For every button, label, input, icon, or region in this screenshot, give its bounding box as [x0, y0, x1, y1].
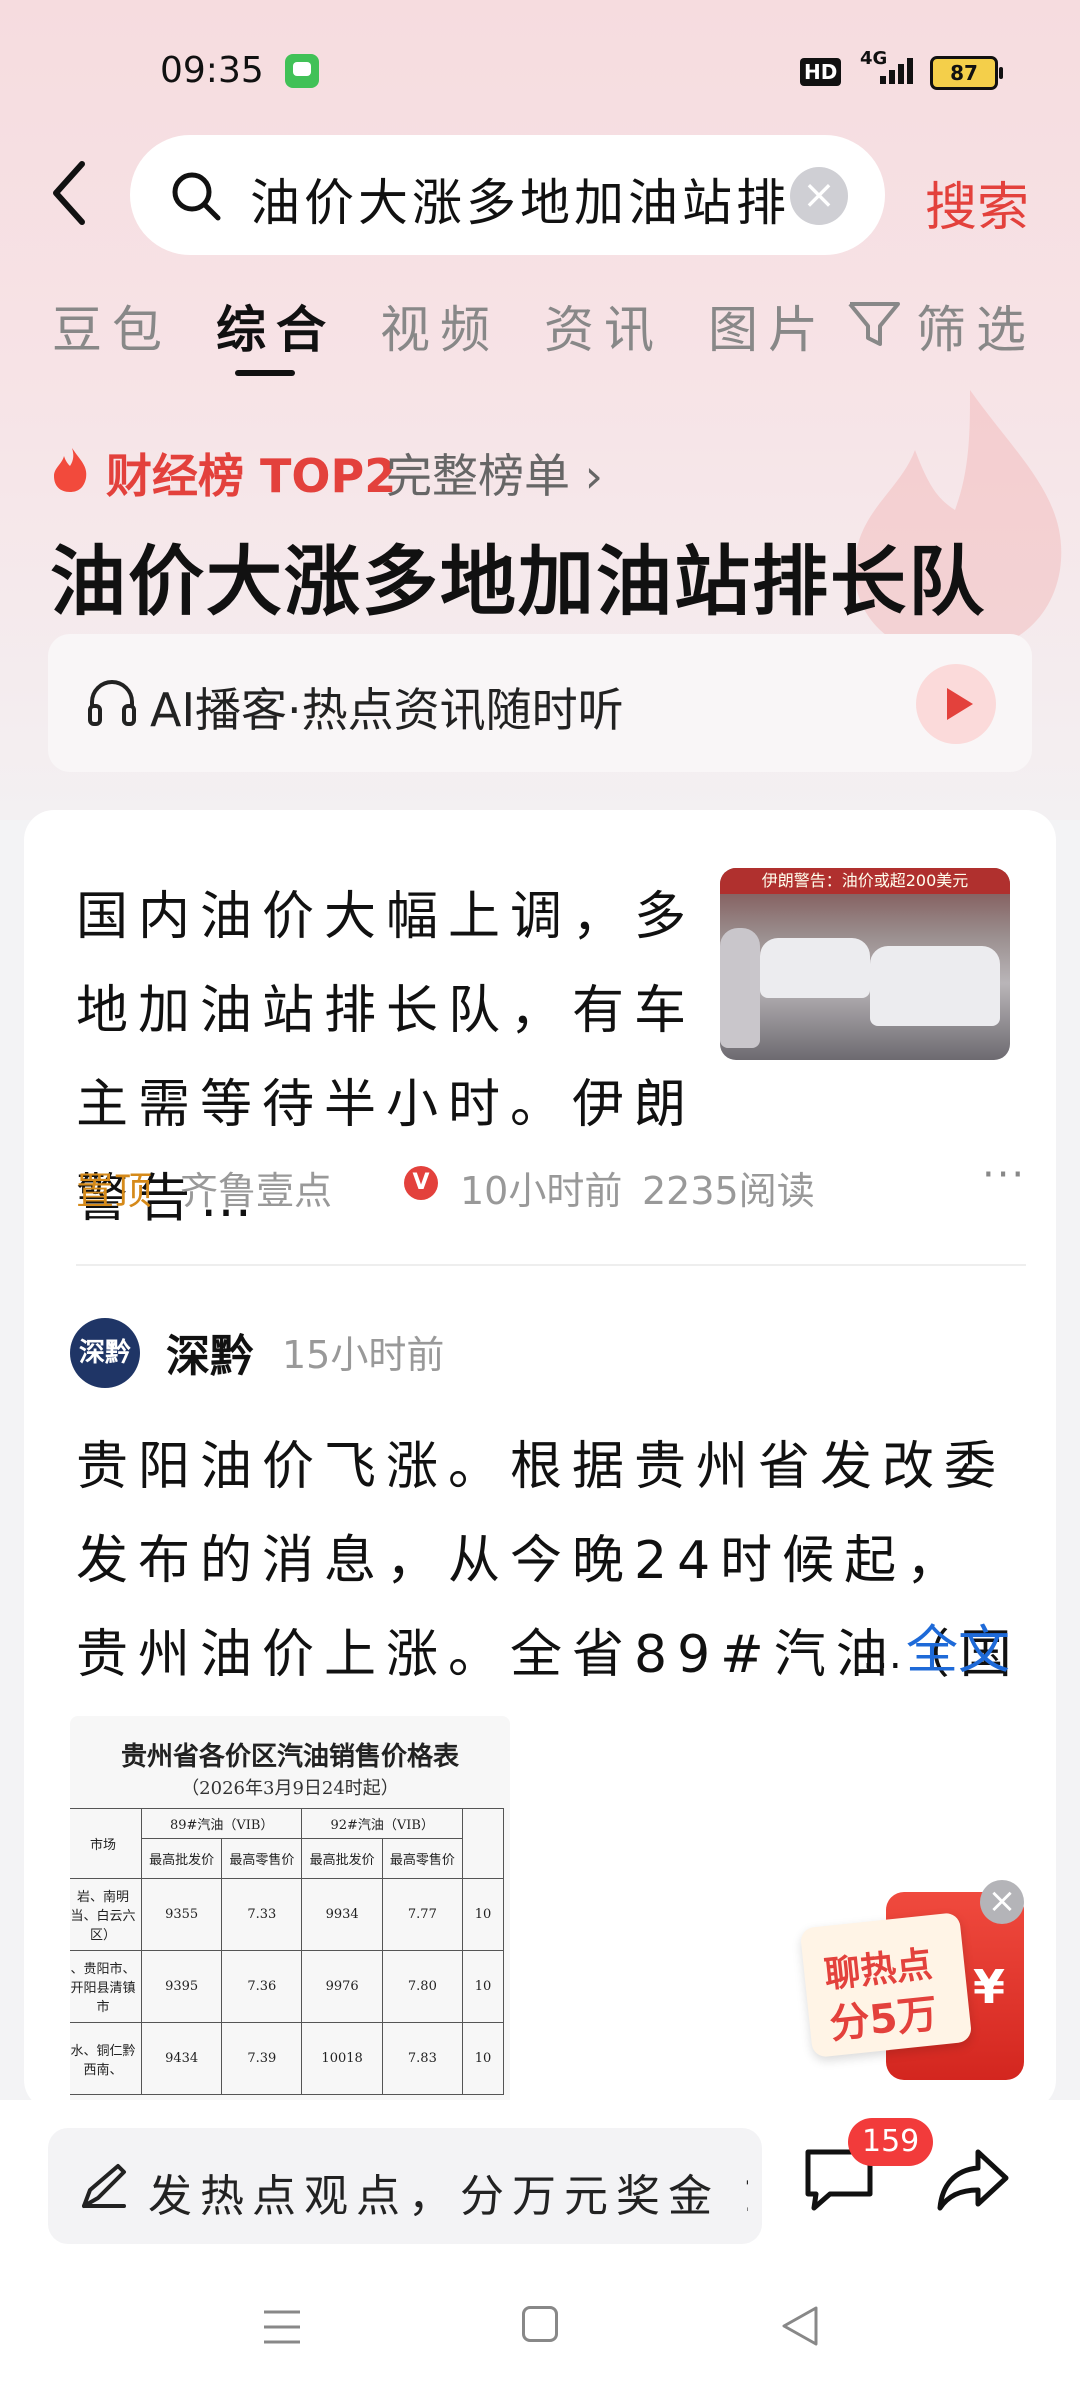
article-meta: 置顶 齐鲁壹点 V 10小时前 2235阅读 ···: [76, 1152, 1026, 1220]
floating-ad[interactable]: ¥ 聊热点 分5万 ×: [799, 1880, 1050, 2080]
system-nav-bar: [0, 2260, 1080, 2400]
tab-filter-label[interactable]: 筛选: [916, 290, 1036, 362]
car-shape: [870, 946, 1000, 1026]
full-text-label: 全文: [906, 1621, 1011, 1681]
tab-doubao[interactable]: 豆包: [52, 290, 172, 362]
table-header: 最高零售价: [381, 1838, 464, 1879]
table-cell: 10: [462, 1878, 504, 1951]
table-header: 最高批发价: [301, 1838, 383, 1879]
article-reads: 2235阅读: [642, 1169, 815, 1213]
table-cell: 7.39: [221, 2022, 303, 2095]
table-header: 89#汽油（VIB）: [140, 1808, 303, 1839]
car-shape: [760, 938, 870, 998]
table-header: 92#汽油（VIB）: [301, 1808, 463, 1839]
table-cell: 10: [462, 1950, 504, 2023]
ellipsis: …: [862, 1632, 902, 1678]
message-notification-icon: [285, 54, 319, 88]
back-icon[interactable]: [50, 158, 90, 228]
search-input[interactable]: 油价大涨多地加油站排 ×: [130, 135, 885, 255]
table-cell: 9976: [301, 1950, 383, 2023]
bottom-action-bar: 发热点观点，分万元奖金 1. 159: [0, 2100, 1080, 2260]
author-name[interactable]: 深黔: [166, 1320, 254, 1384]
share-icon[interactable]: [934, 2144, 1012, 2214]
clear-icon[interactable]: ×: [790, 167, 848, 225]
search-icon: [172, 172, 221, 221]
home-icon[interactable]: [522, 2306, 558, 2342]
table-cell: 7.83: [381, 2022, 464, 2095]
play-button[interactable]: [916, 664, 996, 744]
table-cell: 10: [462, 2022, 504, 2095]
tab-video[interactable]: 视频: [380, 290, 500, 362]
table-cell: 9395: [140, 1950, 223, 2023]
close-icon[interactable]: ×: [980, 1880, 1024, 1924]
table-cell: 岩、南明当、白云六区）: [70, 1878, 142, 1951]
article-thumbnail[interactable]: 伊朗警告：油价或超200美元: [720, 868, 1010, 1060]
table-header: 市场: [70, 1808, 142, 1879]
table-cell: 7.80: [381, 1950, 464, 2023]
status-bar: 09:35 HD 4G 87: [0, 40, 1080, 110]
price-table-title: 贵州省各价区汽油销售价格表: [120, 1742, 459, 1772]
table-header: 最高零售价: [221, 1838, 303, 1879]
price-table-subtitle: （2026年3月9日24时起）: [181, 1778, 399, 1799]
ad-line-2: 分5万: [827, 1990, 940, 2048]
article-source[interactable]: 齐鲁壹点: [180, 1160, 332, 1215]
menu-icon[interactable]: [262, 2308, 302, 2346]
car-shape: [720, 928, 760, 1048]
table-cell: 10018: [301, 2022, 383, 2095]
table-header: [462, 1808, 504, 1879]
article-time: 10小时前: [460, 1169, 623, 1213]
table-cell: 7.77: [381, 1878, 464, 1951]
hd-icon: HD: [800, 58, 842, 86]
status-time: 09:35: [160, 50, 264, 91]
tab-general[interactable]: 综合: [216, 290, 336, 362]
fire-icon: [54, 448, 87, 492]
comment-placeholder: 发热点观点，分万元奖金 1.: [148, 2171, 748, 2222]
active-tab-indicator: [235, 370, 295, 376]
price-table-image[interactable]: 贵州省各价区汽油销售价格表 （2026年3月9日24时起） 市场 89#汽油（V…: [70, 1716, 510, 2116]
tab-bar: 豆包 综合 视频 资讯 图片 筛选: [0, 290, 1080, 380]
topic-title: 油价大涨多地加油站排长队: [50, 537, 986, 626]
table-cell: 9434: [140, 2022, 223, 2095]
table-cell: 、贵阳市、开阳县清镇市: [70, 1950, 142, 2023]
expand-full-text-button[interactable]: …全文: [862, 1608, 1010, 1683]
table-cell: 7.33: [221, 1878, 303, 1951]
table-row: 、贵阳市、开阳县清镇市 9395 7.36 9976 7.80 10: [70, 1950, 504, 2023]
headphones-icon: [88, 680, 136, 726]
more-options-icon[interactable]: ···: [982, 1152, 1026, 1198]
table-cell: 7.36: [221, 1950, 303, 2023]
table-row: 岩、南明当、白云六区） 9355 7.33 9934 7.77 10: [70, 1878, 504, 1951]
ai-podcast-label: AI播客·热点资讯随时听: [150, 683, 624, 737]
thumbnail-banner: 伊朗警告：油价或超200美元: [720, 868, 1010, 894]
ad-note: 聊热点 分5万: [799, 1911, 973, 2059]
comment-count-badge: 159: [848, 2118, 934, 2166]
pen-icon: [82, 2164, 126, 2208]
table-row: 水、铜仁黔西南、 9434 7.39 10018 7.83 10: [70, 2022, 504, 2095]
table-header: 最高批发价: [140, 1838, 223, 1879]
filter-icon[interactable]: [846, 298, 902, 350]
battery-icon: 87: [930, 56, 1003, 90]
nav-back-icon[interactable]: [780, 2304, 820, 2348]
search-button[interactable]: 搜索: [925, 165, 1029, 240]
comment-input[interactable]: 发热点观点，分万元奖金 1.: [48, 2128, 762, 2244]
full-list-label: 完整榜单: [386, 449, 570, 503]
full-list-link[interactable]: 完整榜单 ›: [386, 440, 603, 506]
divider: [76, 1264, 1026, 1266]
table-cell: 水、铜仁黔西南、: [70, 2022, 142, 2095]
post-time: 15小时前: [282, 1333, 445, 1377]
price-table: 市场 89#汽油（VIB） 92#汽油（VIB） 最高批发价 最高零售价 最高批…: [70, 1808, 504, 2095]
signal-icon: [880, 54, 920, 84]
table-cell: 9355: [140, 1878, 223, 1951]
ai-podcast-card[interactable]: AI播客·热点资讯随时听: [48, 634, 1032, 772]
avatar[interactable]: 深黔: [70, 1318, 140, 1388]
pinned-tag: 置顶: [76, 1169, 153, 1213]
tab-news[interactable]: 资讯: [544, 290, 664, 362]
table-cell: 9934: [301, 1878, 383, 1951]
verified-icon: V: [404, 1166, 438, 1200]
rank-label: 财经榜 TOP2: [106, 449, 397, 503]
tab-images[interactable]: 图片: [708, 290, 828, 362]
